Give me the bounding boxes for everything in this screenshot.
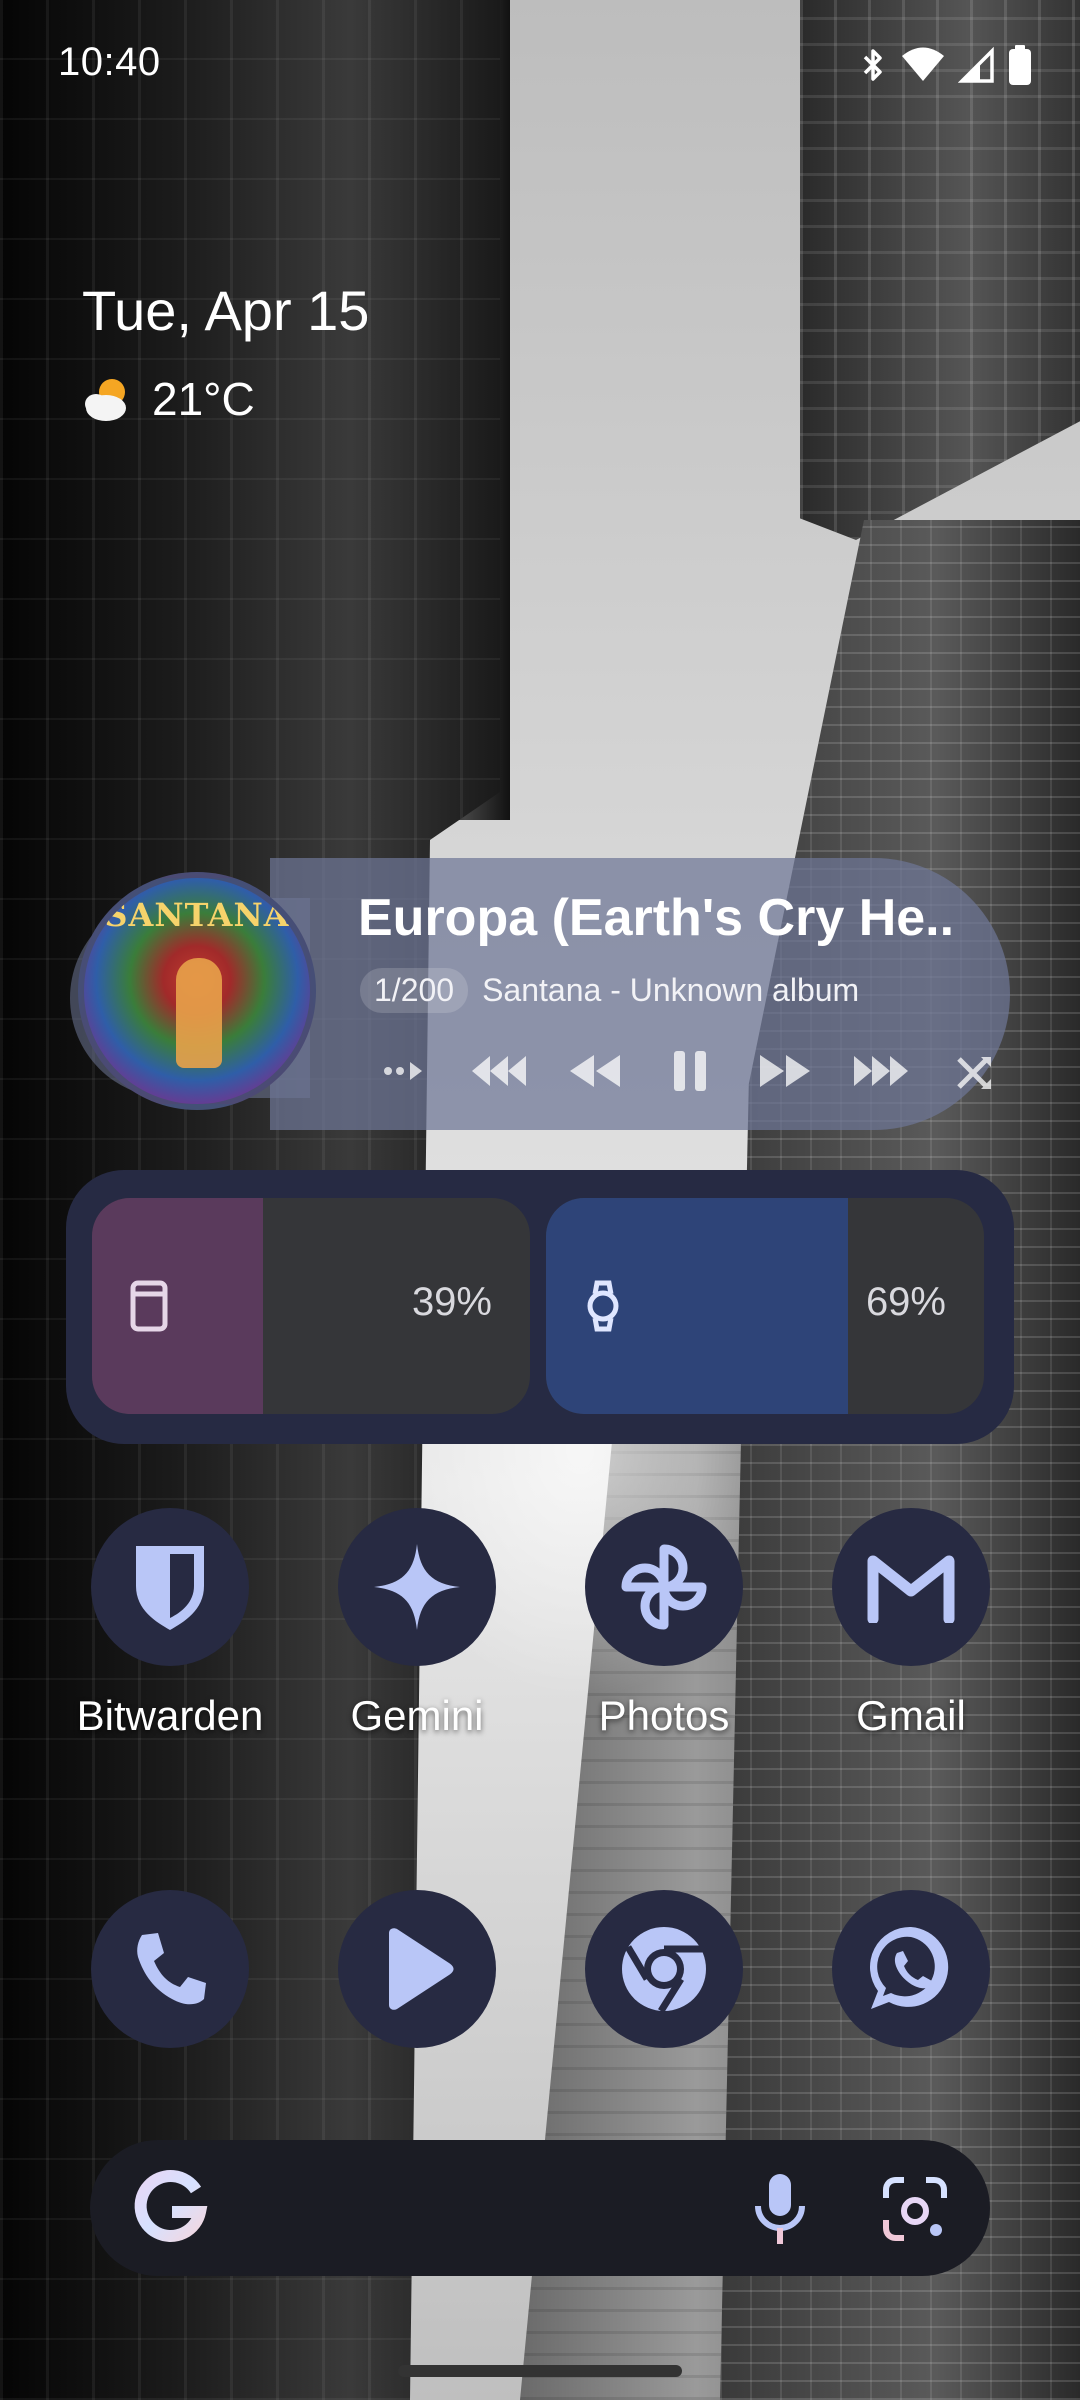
app-gmail[interactable]: Gmail	[831, 1508, 991, 1740]
wifi-icon	[902, 47, 944, 81]
partly-cloudy-icon	[85, 379, 126, 421]
app-icon-bg	[832, 1890, 990, 2048]
battery-percent: 39%	[411, 1280, 492, 1324]
album-art-figure	[176, 958, 222, 1068]
pause-button[interactable]	[655, 1036, 725, 1106]
album-art[interactable]: SANTANA	[78, 872, 316, 1110]
app-label: Gemini	[350, 1692, 484, 1739]
status-bar: 10:40	[0, 0, 1080, 130]
app-icon-bg	[91, 1508, 249, 1666]
fast-forward-icon	[760, 1055, 810, 1087]
wallpaper-building	[720, 520, 1080, 2400]
gemini-sparkle-icon	[374, 1544, 460, 1630]
phone-call-icon	[137, 1933, 206, 2005]
weather[interactable]: 21°C	[82, 372, 255, 426]
track-meta: 1/200 Santana - Unknown album	[360, 968, 859, 1013]
rewind-icon	[570, 1055, 620, 1087]
track-counter: 1/200	[360, 968, 469, 1013]
skip-back-icon	[472, 1056, 526, 1086]
date-text[interactable]: Tue, Apr 15	[82, 278, 369, 343]
cell-signal-icon	[958, 46, 994, 83]
gesture-nav-handle[interactable]	[398, 2365, 682, 2377]
media-controls	[370, 1036, 1010, 1106]
photos-pinwheel-icon	[621, 1544, 707, 1630]
battery-card-watch[interactable]: 69%	[546, 1198, 984, 1414]
app-icon-bg	[91, 1890, 249, 2048]
album-art-text: SANTANA	[104, 896, 290, 934]
rewind-button[interactable]	[560, 1036, 630, 1106]
status-time: 10:40	[58, 40, 161, 84]
skip-forward-icon	[854, 1056, 908, 1086]
play-store-icon	[389, 1928, 454, 2010]
app-label: Bitwarden	[76, 1692, 264, 1739]
google-g-icon	[134, 2170, 208, 2242]
pause-icon	[674, 1051, 706, 1091]
watch-icon	[587, 1280, 619, 1332]
chrome-icon	[622, 1927, 706, 2013]
app-label: Photos	[598, 1692, 730, 1739]
track-artist-album: Santana - Unknown album	[482, 972, 860, 1008]
app-icon-bg	[832, 1508, 990, 1666]
app-icon-bg	[585, 1890, 743, 2048]
app-icon-bg	[338, 1508, 496, 1666]
app-icon-bg	[585, 1508, 743, 1666]
bluetooth-icon	[863, 49, 882, 81]
queue-button[interactable]	[370, 1036, 440, 1106]
track-title: Europa (Earth's Cry He..	[358, 889, 955, 947]
app-play-store[interactable]	[337, 1890, 497, 2048]
google-lens-icon[interactable]	[880, 2174, 950, 2244]
app-whatsapp[interactable]	[831, 1890, 991, 2048]
shuffle-button[interactable]	[940, 1036, 1010, 1106]
phone-icon	[130, 1280, 168, 1332]
battery-widget[interactable]: 39% 69%	[66, 1170, 1014, 1444]
skip-back-button[interactable]	[465, 1036, 535, 1106]
app-icon-bg	[338, 1890, 496, 2048]
battery-percent: 69%	[865, 1280, 946, 1324]
app-photos[interactable]: Photos	[584, 1508, 744, 1740]
google-search-bar[interactable]	[90, 2140, 990, 2276]
temperature-text: 21°C	[152, 373, 255, 425]
app-gemini[interactable]: Gemini	[337, 1508, 497, 1740]
app-phone[interactable]	[90, 1890, 250, 2048]
fast-forward-button[interactable]	[750, 1036, 820, 1106]
shuffle-icon	[957, 1057, 991, 1089]
whatsapp-icon	[869, 1926, 949, 2009]
media-player-widget[interactable]: SANTANA Europa (Earth's Cry He.. 1/200 S…	[70, 858, 1010, 1130]
battery-level-fill	[92, 1198, 263, 1414]
voice-search-icon[interactable]	[750, 2170, 810, 2248]
queue-icon	[384, 1062, 422, 1080]
app-chrome[interactable]	[584, 1890, 744, 2048]
app-bitwarden[interactable]: Bitwarden	[77, 1508, 263, 1740]
battery-card-phone[interactable]: 39%	[92, 1198, 530, 1414]
skip-forward-button[interactable]	[845, 1036, 915, 1106]
status-icons	[858, 44, 1032, 86]
app-label: Gmail	[856, 1692, 966, 1739]
bitwarden-shield-icon	[136, 1546, 204, 1630]
battery-icon	[1009, 45, 1031, 85]
gmail-m-icon	[867, 1555, 955, 1623]
